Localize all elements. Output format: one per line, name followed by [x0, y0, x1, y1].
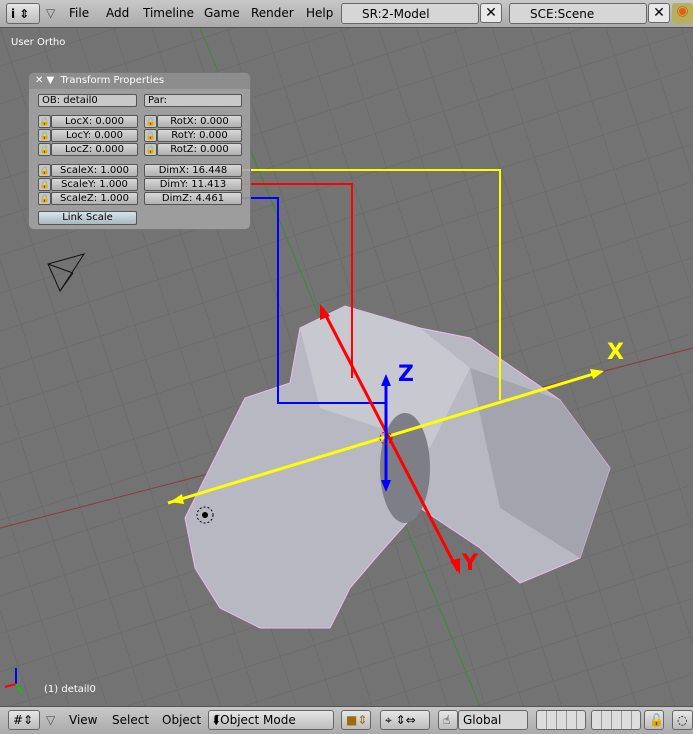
collapse-menu-icon[interactable]: ▽ — [46, 6, 55, 20]
draw-type-button[interactable]: ■⇕ — [341, 710, 371, 730]
x-axis-label: X — [607, 340, 624, 365]
lock-icon[interactable]: 🔒 — [144, 143, 157, 156]
parent-field[interactable]: Par: — [144, 94, 242, 107]
lock-icon[interactable]: 🔒 — [38, 164, 51, 177]
render-preview-button[interactable]: ◌ — [672, 710, 693, 730]
menu-game[interactable]: Game — [204, 6, 240, 20]
3d-viewport[interactable]: X Y Z User Ortho (1) detail0 ✕ ▼ Transfo… — [0, 28, 693, 706]
scalex-field[interactable]: ScaleX: 1.000 — [51, 164, 138, 177]
mode-label: Object Mode — [220, 713, 296, 727]
menu-help[interactable]: Help — [306, 6, 333, 20]
menu-select[interactable]: Select — [112, 713, 149, 727]
mode-selector[interactable]: ⮮ Object Mode — [208, 710, 334, 730]
lock-layers-button[interactable]: 🔓 — [644, 710, 664, 730]
screen-selector[interactable]: SR:2-Model — [341, 3, 479, 24]
lock-icon[interactable]: 🔒 — [38, 143, 51, 156]
lock-icon[interactable]: 🔒 — [38, 192, 51, 205]
lock-icon[interactable]: 🔒 — [38, 115, 51, 128]
bottom-header: #⇕ ▽ View Select Object ⮮ Object Mode ■⇕ … — [0, 706, 693, 734]
object-mode-icon: ⮮ — [213, 712, 221, 727]
layer-buttons-1[interactable] — [536, 710, 586, 730]
top-header: i ⇕ ▽ File Add Timeline Game Render Help… — [0, 0, 693, 28]
dimx-field[interactable]: DimX: 16.448 — [144, 164, 242, 177]
locz-field[interactable]: LocZ: 0.000 — [51, 143, 138, 156]
menu-add[interactable]: Add — [106, 6, 129, 20]
menu-view[interactable]: View — [69, 713, 97, 727]
blender-logo-icon: ◉ — [672, 3, 693, 24]
scene-name: SCE:Scene — [530, 6, 595, 21]
editor-type-button[interactable]: i ⇕ — [6, 3, 40, 24]
lock-icon[interactable]: 🔒 — [144, 129, 157, 142]
transform-properties-panel: ✕ ▼ Transform Properties OB: detail0 Par… — [28, 72, 251, 230]
grid-editor-type-button[interactable]: #⇕ — [8, 710, 40, 730]
roty-field[interactable]: RotY: 0.000 — [157, 129, 242, 142]
menu-render[interactable]: Render — [251, 6, 294, 20]
menu-object[interactable]: Object — [162, 713, 201, 727]
collapse-menu-icon[interactable]: ▽ — [46, 713, 55, 727]
y-axis-label: Y — [461, 551, 479, 576]
panel-header[interactable]: ✕ ▼ Transform Properties — [29, 73, 250, 89]
delete-scene-button[interactable]: ✕ — [648, 3, 670, 23]
orientation-label: Global — [463, 713, 502, 727]
lock-icon[interactable]: 🔒 — [38, 178, 51, 191]
locy-field[interactable]: LocY: 0.000 — [51, 129, 138, 142]
menu-timeline[interactable]: Timeline — [143, 6, 194, 20]
delete-screen-button[interactable]: ✕ — [480, 3, 502, 23]
layer-buttons-2[interactable] — [591, 710, 641, 730]
rotz-field[interactable]: RotZ: 0.000 — [157, 143, 242, 156]
lock-icon[interactable]: 🔒 — [38, 129, 51, 142]
pivot-button[interactable]: ⌖ ⇕⇔ — [380, 710, 430, 730]
scene-selector[interactable]: SCE:Scene — [509, 3, 647, 24]
dimz-field[interactable]: DimZ: 4.461 — [144, 192, 242, 205]
dimy-field[interactable]: DimY: 11.413 — [144, 178, 242, 191]
object-label: (1) detail0 — [44, 684, 96, 695]
screen-name: SR:2-Model — [362, 6, 430, 21]
rotx-field[interactable]: RotX: 0.000 — [157, 115, 242, 128]
z-axis-label: Z — [398, 362, 414, 387]
scalez-field[interactable]: ScaleZ: 1.000 — [51, 192, 138, 205]
close-icon[interactable]: ✕ ▼ — [35, 75, 54, 86]
link-scale-button[interactable]: Link Scale — [38, 211, 137, 225]
manipulator-toggle[interactable]: ☝ — [438, 710, 458, 730]
orientation-selector[interactable]: Global — [458, 710, 528, 730]
scaley-field[interactable]: ScaleY: 1.000 — [51, 178, 138, 191]
menu-file[interactable]: File — [69, 6, 89, 20]
panel-title: Transform Properties — [60, 75, 165, 86]
object-name-field[interactable]: OB: detail0 — [38, 94, 137, 107]
view-label: User Ortho — [11, 37, 66, 48]
locx-field[interactable]: LocX: 0.000 — [51, 115, 138, 128]
lock-icon[interactable]: 🔒 — [144, 115, 157, 128]
